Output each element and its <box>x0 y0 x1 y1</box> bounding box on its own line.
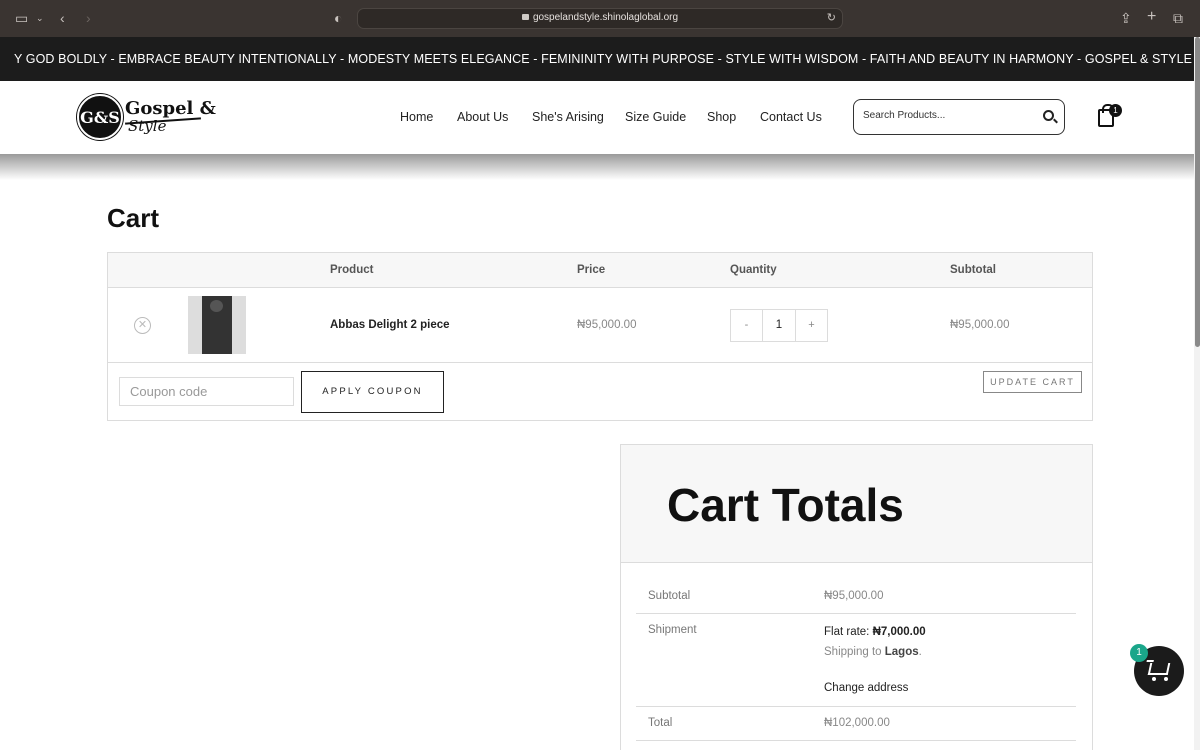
flat-rate-line: Flat rate: ₦7,000.00 <box>824 626 926 638</box>
marquee-text: Y GOD BOLDLY - EMBRACE BEAUTY INTENTIONA… <box>14 52 1200 66</box>
apply-coupon-button[interactable]: APPLY COUPON <box>301 371 444 413</box>
column-price: Price <box>577 264 606 276</box>
quantity-stepper: - 1 + <box>730 309 828 342</box>
shield-icon[interactable]: ◐ <box>334 10 342 27</box>
cart-totals-title: Cart Totals <box>667 479 904 531</box>
floating-cart-count: 1 <box>1130 644 1148 662</box>
subtotal-value: ₦95,000.00 <box>824 590 884 602</box>
back-icon[interactable]: ‹ <box>60 10 65 27</box>
cart-totals-header: Cart Totals <box>621 445 1092 563</box>
logo-text[interactable]: Gospel & <box>125 98 216 119</box>
column-product: Product <box>330 264 374 276</box>
table-row: ✕ Abbas Delight 2 piece ₦95,000.00 - 1 +… <box>108 289 1092 363</box>
header-shadow <box>0 154 1200 180</box>
share-icon[interactable]: ⇪ <box>1120 10 1132 27</box>
totals-row-subtotal: Subtotal ₦95,000.00 <box>636 580 1076 614</box>
nav-size-guide[interactable]: Size Guide <box>625 110 686 124</box>
search-box <box>853 99 1065 135</box>
logo-monogram[interactable]: G&S <box>77 94 123 140</box>
url-text: gospelandstyle.shinolaglobal.org <box>532 12 679 23</box>
nav-contact-us[interactable]: Contact Us <box>760 110 822 124</box>
nav-home[interactable]: Home <box>400 110 433 124</box>
total-value: ₦102,000.00 <box>824 717 890 729</box>
cart-totals-panel: Cart Totals Subtotal ₦95,000.00 Shipment… <box>620 444 1093 750</box>
change-address-link[interactable]: Change address <box>824 682 908 694</box>
product-price: ₦95,000.00 <box>577 319 637 331</box>
cart-table: Product Price Quantity Subtotal ✕ Abbas … <box>107 252 1093 421</box>
column-subtotal: Subtotal <box>950 264 996 276</box>
remove-item-icon[interactable]: ✕ <box>134 317 151 334</box>
increase-quantity-button[interactable]: + <box>795 310 827 341</box>
new-tab-icon[interactable]: + <box>1147 8 1156 25</box>
update-cart-button[interactable]: UPDATE CART <box>983 371 1082 393</box>
totals-row-total: Total ₦102,000.00 <box>636 707 1076 741</box>
decrease-quantity-button[interactable]: - <box>731 310 763 341</box>
site-header: G&S Gospel & Style Home About Us She's A… <box>0 81 1200 154</box>
flat-rate-value: ₦7,000.00 <box>872 626 926 638</box>
totals-row-shipment: Shipment Flat rate: ₦7,000.00 Shipping t… <box>636 614 1076 707</box>
cart-count-badge: 1 <box>1109 104 1122 117</box>
page-title: Cart <box>107 203 160 233</box>
reload-icon[interactable]: ↻ <box>827 11 836 24</box>
product-subtotal: ₦95,000.00 <box>950 319 1010 331</box>
chevron-down-icon[interactable]: ⌄ <box>36 10 44 27</box>
column-quantity: Quantity <box>730 264 777 276</box>
announcement-marquee: Y GOD BOLDLY - EMBRACE BEAUTY INTENTIONA… <box>0 37 1200 81</box>
product-thumbnail[interactable] <box>188 296 246 354</box>
product-name[interactable]: Abbas Delight 2 piece <box>330 319 450 331</box>
nav-shop[interactable]: Shop <box>707 110 736 124</box>
coupon-code-input[interactable]: Coupon code <box>119 377 294 406</box>
address-bar[interactable]: gospelandstyle.shinolaglobal.org ↻ <box>357 8 843 29</box>
shipping-destination: Shipping to Lagos. <box>824 646 922 658</box>
scrollbar-thumb[interactable] <box>1195 37 1200 347</box>
tabs-overview-icon[interactable]: ⧉ <box>1173 10 1183 27</box>
nav-shes-arising[interactable]: She's Arising <box>532 110 604 124</box>
table-header: Product Price Quantity Subtotal <box>108 253 1092 288</box>
flat-rate-label: Flat rate: <box>824 626 870 638</box>
search-input[interactable] <box>863 110 1033 121</box>
shipping-to-label: Shipping to <box>824 646 882 658</box>
shipping-to-value: Lagos <box>884 646 919 658</box>
search-icon[interactable] <box>1043 110 1054 121</box>
sidebar-toggle-icon[interactable]: ▭ <box>15 10 28 27</box>
lock-icon <box>521 14 529 20</box>
nav-about-us[interactable]: About Us <box>457 110 508 124</box>
browser-toolbar: ▭ ⌄ ‹ › ◐ gospelandstyle.shinolaglobal.o… <box>0 0 1200 37</box>
cart-icon <box>1147 663 1171 675</box>
logo-subtext[interactable]: Style <box>128 117 166 135</box>
shipment-label: Shipment <box>648 624 697 636</box>
page-scrollbar[interactable] <box>1194 37 1200 750</box>
forward-icon[interactable]: › <box>86 10 91 27</box>
quantity-input[interactable]: 1 <box>763 310 795 341</box>
subtotal-label: Subtotal <box>648 590 691 602</box>
total-label: Total <box>648 717 673 729</box>
